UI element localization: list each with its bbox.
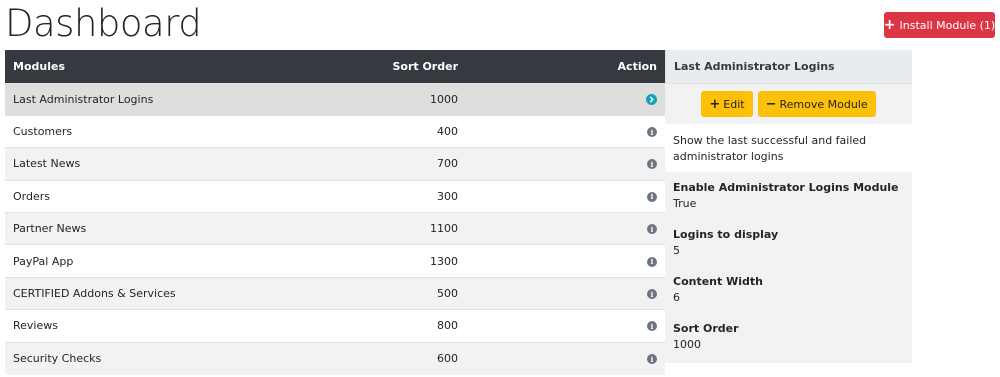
info-icon[interactable]: i xyxy=(647,127,657,138)
table-row[interactable]: Partner News 1100 i xyxy=(5,212,665,245)
module-name: CERTIFIED Addons & Services xyxy=(5,276,279,310)
module-name: Reviews xyxy=(5,309,279,343)
module-detail-panel: Last Administrator Logins + Edit − Remov… xyxy=(665,50,912,363)
table-row[interactable]: CERTIFIED Addons & Services 500 i xyxy=(5,276,665,310)
table-row[interactable]: Orders 300 i xyxy=(5,179,665,213)
config-title: Enable Administrator Logins Module xyxy=(673,181,899,194)
module-name: Last Administrator Logins xyxy=(5,82,279,116)
table-row[interactable]: Reviews 800 i xyxy=(5,309,665,343)
config-title: Sort Order xyxy=(673,322,739,335)
config-item: Logins to display 5 xyxy=(673,227,904,259)
modules-table: Modules Sort Order Action Last Administr… xyxy=(5,50,665,375)
module-sort-order: 400 xyxy=(278,114,585,148)
page-title: Dashboard xyxy=(5,2,202,45)
panel-actions: + Edit − Remove Module xyxy=(665,83,912,124)
info-icon[interactable]: i xyxy=(647,159,657,170)
info-icon[interactable]: i xyxy=(647,354,657,365)
module-description: Show the last successful and failed admi… xyxy=(665,124,912,172)
config-value: True xyxy=(673,197,697,210)
chevron-right-circle-icon[interactable] xyxy=(646,94,657,106)
info-icon[interactable]: i xyxy=(647,289,657,300)
module-name: Partner News xyxy=(5,212,279,245)
remove-module-label: Remove Module xyxy=(779,97,868,111)
module-name: PayPal App xyxy=(5,244,279,278)
module-config-list: Enable Administrator Logins Module True … xyxy=(665,172,912,363)
module-sort-order: 600 xyxy=(278,341,585,375)
module-name: Customers xyxy=(5,114,279,148)
remove-module-button[interactable]: − Remove Module xyxy=(757,91,876,117)
info-icon[interactable]: i xyxy=(647,224,657,235)
info-icon[interactable]: i xyxy=(647,321,657,332)
module-name: Latest News xyxy=(5,147,279,181)
config-value: 6 xyxy=(673,291,680,304)
install-module-button[interactable]: + Install Module (1) xyxy=(884,12,995,38)
config-item: Enable Administrator Logins Module True xyxy=(673,180,904,212)
config-item: Content Width 6 xyxy=(673,274,904,306)
table-header-row: Modules Sort Order Action xyxy=(5,50,665,83)
module-sort-order: 700 xyxy=(278,147,585,181)
module-sort-order: 1100 xyxy=(278,212,585,245)
install-module-label: Install Module (1) xyxy=(899,18,996,32)
panel-title: Last Administrator Logins xyxy=(665,50,912,83)
module-sort-order: 1300 xyxy=(278,244,585,278)
module-sort-order: 1000 xyxy=(278,82,585,116)
config-value: 5 xyxy=(673,244,680,257)
module-name: Orders xyxy=(5,179,279,213)
edit-button[interactable]: + Edit xyxy=(701,91,753,117)
table-row[interactable]: Security Checks 600 i xyxy=(5,341,665,375)
config-title: Content Width xyxy=(673,275,763,288)
table-row[interactable]: Last Administrator Logins 1000 xyxy=(5,82,665,116)
table-row[interactable]: Customers 400 i xyxy=(5,114,665,148)
config-item: Sort Order 1000 xyxy=(673,321,904,353)
info-icon[interactable]: i xyxy=(647,191,657,202)
config-value: 1000 xyxy=(673,338,701,351)
table-row[interactable]: Latest News 700 i xyxy=(5,147,665,181)
plus-icon: + xyxy=(709,96,721,112)
config-title: Logins to display xyxy=(673,228,779,241)
edit-label: Edit xyxy=(723,97,745,111)
column-header-action: Action xyxy=(585,50,665,83)
column-header-sort-order: Sort Order xyxy=(278,50,585,83)
minus-icon: − xyxy=(765,96,777,112)
module-name: Security Checks xyxy=(5,341,279,375)
table-row[interactable]: PayPal App 1300 i xyxy=(5,244,665,278)
module-sort-order: 500 xyxy=(278,276,585,310)
module-sort-order: 800 xyxy=(278,309,585,343)
module-sort-order: 300 xyxy=(278,179,585,213)
plus-icon: + xyxy=(883,17,896,33)
info-icon[interactable]: i xyxy=(647,256,657,267)
column-header-modules: Modules xyxy=(5,50,279,83)
